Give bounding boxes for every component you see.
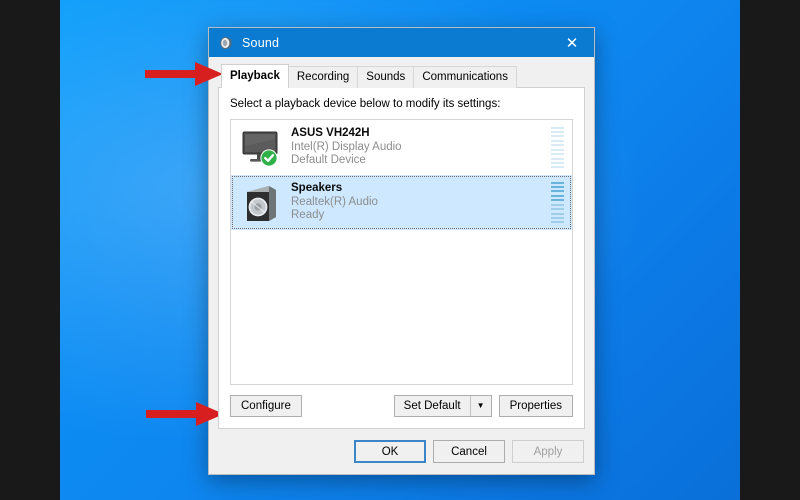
volume-meter — [551, 181, 564, 224]
speaker-icon — [218, 35, 234, 51]
ok-button[interactable]: OK — [354, 440, 426, 463]
list-item[interactable]: ASUS VH242H Intel(R) Display Audio Defau… — [231, 120, 572, 175]
device-action-buttons: Configure Set Default ▼ Properties — [230, 395, 573, 417]
chevron-down-icon[interactable]: ▼ — [469, 396, 491, 416]
tab-strip: Playback Recording Sounds Communications — [218, 64, 585, 88]
device-info: ASUS VH242H Intel(R) Display Audio Defau… — [291, 127, 551, 168]
sound-dialog-window: Sound ✕ Playback Recording Sounds Commun… — [208, 27, 595, 475]
set-default-split-button[interactable]: Set Default ▼ — [393, 395, 492, 417]
dialog-footer: OK Cancel Apply — [209, 429, 594, 474]
title-bar: Sound ✕ — [209, 28, 594, 57]
device-driver: Realtek(R) Audio — [291, 195, 378, 208]
tab-communications[interactable]: Communications — [413, 66, 517, 88]
tab-recording[interactable]: Recording — [287, 66, 359, 88]
monitor-icon — [238, 126, 284, 170]
tab-sounds[interactable]: Sounds — [357, 66, 415, 88]
configure-button[interactable]: Configure — [230, 395, 302, 417]
close-icon[interactable]: ✕ — [550, 28, 594, 57]
device-info: Speakers Realtek(R) Audio Ready — [291, 182, 551, 223]
list-item[interactable]: Speakers Realtek(R) Audio Ready — [231, 175, 572, 230]
device-status: Default Device — [291, 154, 366, 167]
window-title: Sound — [242, 35, 280, 50]
playback-tab-page: Select a playback device below to modify… — [218, 87, 585, 429]
instruction-label: Select a playback device below to modify… — [230, 98, 501, 110]
properties-button[interactable]: Properties — [498, 395, 573, 417]
tab-playback[interactable]: Playback — [221, 64, 289, 88]
device-driver: Intel(R) Display Audio — [291, 140, 402, 153]
chevron-down-glyph: ▼ — [476, 401, 485, 410]
device-status: Ready — [291, 209, 325, 222]
dialog-client-area: Playback Recording Sounds Communications… — [209, 57, 594, 429]
device-name: ASUS VH242H — [291, 127, 370, 140]
playback-device-list[interactable]: ASUS VH242H Intel(R) Display Audio Defau… — [230, 119, 573, 385]
desktop-background: Sound ✕ Playback Recording Sounds Commun… — [0, 0, 800, 500]
cancel-button[interactable]: Cancel — [433, 440, 505, 463]
device-name: Speakers — [291, 182, 343, 195]
volume-meter — [551, 126, 564, 169]
apply-button: Apply — [512, 440, 584, 463]
set-default-button[interactable]: Set Default — [395, 396, 470, 416]
speaker-box-icon — [238, 181, 284, 225]
